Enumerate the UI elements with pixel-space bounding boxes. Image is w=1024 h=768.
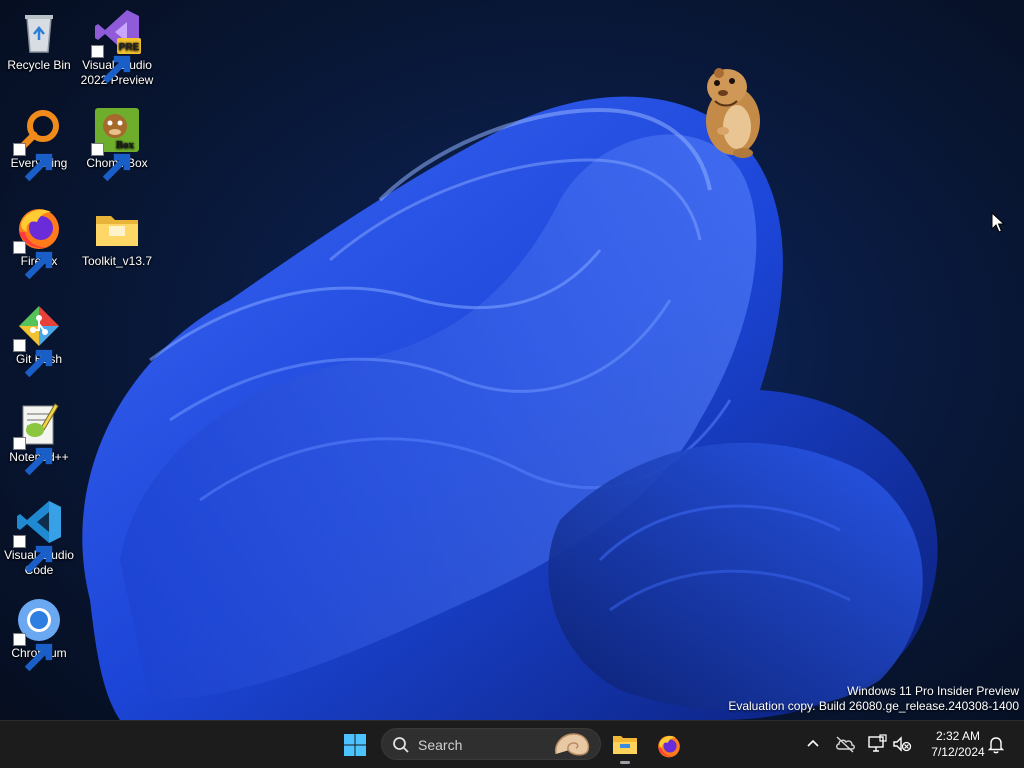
running-indicator [620,761,630,764]
chevron-up-icon [807,739,819,747]
bell-icon [987,737,1005,754]
shortcut-arrow-icon [91,143,131,182]
search-highlight-shell-icon [554,733,590,756]
mouse-cursor-icon [991,212,1005,233]
vscode-icon [13,498,63,574]
search-label: Search [418,737,463,753]
notepad-plus-plus-icon [13,400,63,476]
everything-search-icon [13,106,63,182]
desktop-icon-label: Toolkit_v13.7 [81,254,153,268]
desktop-icon-vscode[interactable]: Visual Studio Code [0,492,78,578]
hamster-desktop-pet[interactable] [697,61,765,161]
shortcut-arrow-icon [13,143,53,182]
network-icon [868,734,887,752]
volume-tray-button[interactable] [891,733,913,755]
shortcut-arrow-icon [13,241,53,280]
taskbar-search-box[interactable]: Search [381,728,601,760]
shortcut-arrow-icon [13,339,53,378]
firefox-icon [658,735,680,758]
desktop-icon-label: Recycle Bin [7,58,71,72]
windows-watermark: Windows 11 Pro Insider Preview Evaluatio… [728,684,1019,714]
notifications-button[interactable] [985,733,1007,755]
desktop-icon-firefox[interactable]: Firefox [0,198,78,280]
desktop-icon-notepad-plus-plus[interactable]: Notepad++ [0,394,78,476]
shortcut-arrow-icon [13,437,53,476]
network-tray-button[interactable] [866,733,888,755]
onedrive-tray-button[interactable] [834,733,856,755]
start-button[interactable] [337,727,373,763]
volume-muted-icon [893,736,912,752]
desktop-icon-recycle-bin[interactable]: Recycle Bin [0,2,78,73]
folder-icon [93,204,141,252]
git-bash-icon [13,302,63,378]
shortcut-arrow-icon [13,633,53,672]
desktop-icon-chomikbox[interactable]: Box ChomikBox [78,100,156,182]
firefox-icon [13,204,63,280]
watermark-edition: Windows 11 Pro Insider Preview [847,684,1019,698]
taskbar-file-explorer[interactable] [607,727,643,764]
windows-start-icon [344,734,366,756]
shortcut-arrow-icon [13,535,53,574]
desktop-icon-visual-studio-preview[interactable]: PRE Visual Studio 2022 Preview [78,2,156,88]
desktop-icon-chromium[interactable]: Chromium [0,590,78,672]
desktop-icon-toolkit-folder[interactable]: Toolkit_v13.7 [78,198,156,269]
desktop-icon-git-bash[interactable]: Git Bash [0,296,78,378]
watermark-build: Evaluation copy. Build 26080.ge_release.… [728,699,1019,713]
recycle-bin-icon [15,8,63,56]
taskbar-firefox[interactable] [651,727,687,763]
show-hidden-icons-button[interactable] [802,733,824,755]
onedrive-offline-icon [836,736,855,753]
visual-studio-preview-icon: PRE [91,8,141,84]
chromium-icon [13,596,63,672]
desktop-icon-everything[interactable]: Everything [0,100,78,182]
shortcut-arrow-icon [91,45,131,84]
taskbar: Search 2:32 AM 7/12/2024 [0,720,1024,768]
search-icon [393,737,409,753]
file-explorer-icon [613,736,637,754]
chomikbox-icon: Box [91,106,141,182]
